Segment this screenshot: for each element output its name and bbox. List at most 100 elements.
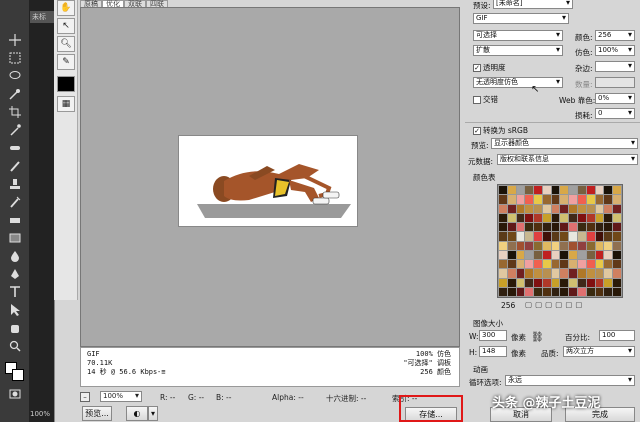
- color-swatch[interactable]: [516, 232, 525, 241]
- quality-select[interactable]: 两次立方: [563, 346, 635, 357]
- color-swatch[interactable]: [569, 204, 578, 213]
- color-swatch[interactable]: [578, 195, 586, 204]
- color-swatch[interactable]: [578, 232, 586, 241]
- matte-select[interactable]: [595, 61, 635, 72]
- color-swatch[interactable]: [507, 269, 516, 278]
- color-swatch[interactable]: [560, 223, 569, 232]
- interlaced-checkbox[interactable]: 交错: [473, 94, 498, 105]
- color-swatch[interactable]: [586, 241, 595, 250]
- color-swatch[interactable]: [569, 260, 578, 269]
- color-swatch[interactable]: [542, 250, 551, 259]
- browser-icon[interactable]: ◐: [126, 406, 148, 421]
- quick-mask-icon[interactable]: [6, 386, 23, 403]
- color-swatch[interactable]: [595, 260, 604, 269]
- color-swatch[interactable]: [586, 287, 595, 296]
- color-swatch[interactable]: [569, 250, 578, 259]
- type-icon[interactable]: [6, 284, 23, 301]
- color-swatch[interactable]: [604, 250, 613, 259]
- color-swatch[interactable]: [534, 260, 542, 269]
- color-swatch[interactable]: [516, 204, 525, 213]
- background-color[interactable]: [12, 369, 24, 381]
- color-swatch[interactable]: [613, 287, 621, 296]
- color-swatch[interactable]: [525, 195, 534, 204]
- color-swatch[interactable]: [525, 287, 534, 296]
- color-swatch[interactable]: [516, 223, 525, 232]
- color-swatch[interactable]: [507, 287, 516, 296]
- color-swatch[interactable]: [542, 195, 551, 204]
- color-swatch[interactable]: [613, 278, 621, 287]
- zoom-icon[interactable]: [6, 338, 23, 355]
- color-swatch[interactable]: [604, 278, 613, 287]
- color-swatch[interactable]: [507, 241, 516, 250]
- color-swatch[interactable]: [595, 232, 604, 241]
- color-swatch[interactable]: [507, 278, 516, 287]
- color-swatch[interactable]: [525, 204, 534, 213]
- color-swatch[interactable]: [586, 269, 595, 278]
- color-swatch[interactable]: [569, 241, 578, 250]
- crop-icon[interactable]: [6, 104, 23, 121]
- color-swatch[interactable]: [560, 232, 569, 241]
- toggle-slices-icon[interactable]: ▦: [57, 96, 75, 112]
- color-swatch[interactable]: [551, 260, 560, 269]
- eyedropper-icon[interactable]: [6, 122, 23, 139]
- color-swatch[interactable]: [551, 278, 560, 287]
- color-swatch[interactable]: [604, 232, 613, 241]
- preset-select[interactable]: [未命名]: [493, 0, 573, 9]
- color-swatch[interactable]: [569, 213, 578, 222]
- color-swatch[interactable]: [613, 241, 621, 250]
- color-swatch[interactable]: [499, 287, 507, 296]
- color-swatch[interactable]: [525, 223, 534, 232]
- color-swatch[interactable]: [542, 278, 551, 287]
- color-swatch[interactable]: [595, 213, 604, 222]
- color-swatch[interactable]: [534, 250, 542, 259]
- color-swatch[interactable]: [578, 186, 586, 195]
- color-swatch[interactable]: [499, 186, 507, 195]
- color-swatch[interactable]: [560, 186, 569, 195]
- history-brush-icon[interactable]: [6, 194, 23, 211]
- color-swatch[interactable]: [551, 186, 560, 195]
- metadata-select[interactable]: 版权和联系信息: [497, 154, 638, 165]
- convert-srgb-checkbox[interactable]: ✓ 转换为 sRGB: [473, 125, 528, 136]
- color-swatch[interactable]: [604, 195, 613, 204]
- dither-input[interactable]: 100%: [595, 45, 635, 56]
- color-swatch[interactable]: [569, 269, 578, 278]
- color-swatch[interactable]: [604, 260, 613, 269]
- color-swatch[interactable]: [604, 241, 613, 250]
- zoom-icon[interactable]: 🔍︎: [57, 36, 75, 52]
- transparency-checkbox[interactable]: ✓ 透明度: [473, 62, 506, 73]
- color-swatch[interactable]: [595, 278, 604, 287]
- color-swatch[interactable]: [499, 241, 507, 250]
- color-swatch[interactable]: [613, 186, 621, 195]
- dither-algo-select[interactable]: 扩散: [473, 45, 563, 56]
- color-swatch[interactable]: [560, 278, 569, 287]
- height-input[interactable]: 148: [479, 346, 507, 357]
- color-swatch[interactable]: [578, 204, 586, 213]
- color-swatch[interactable]: [578, 278, 586, 287]
- color-swatch[interactable]: [516, 195, 525, 204]
- color-swatch[interactable]: [507, 195, 516, 204]
- color-swatch[interactable]: [560, 213, 569, 222]
- color-swatch[interactable]: [578, 213, 586, 222]
- color-swatch[interactable]: [499, 223, 507, 232]
- color-swatch[interactable]: [560, 250, 569, 259]
- color-swatch[interactable]: [551, 204, 560, 213]
- blur-icon[interactable]: [6, 248, 23, 265]
- color-swatch[interactable]: [551, 241, 560, 250]
- zoom-minus-icon[interactable]: –: [80, 392, 90, 402]
- color-swatch[interactable]: [586, 186, 595, 195]
- color-swatch[interactable]: [507, 250, 516, 259]
- color-swatch[interactable]: [586, 278, 595, 287]
- color-swatch[interactable]: [551, 223, 560, 232]
- pen-icon[interactable]: [6, 266, 23, 283]
- color-swatch[interactable]: [534, 204, 542, 213]
- color-swatch[interactable]: [534, 241, 542, 250]
- color-swatch[interactable]: [551, 195, 560, 204]
- color-swatch[interactable]: [569, 232, 578, 241]
- color-swatch[interactable]: [499, 232, 507, 241]
- color-swatch[interactable]: [499, 269, 507, 278]
- color-swatch[interactable]: [586, 260, 595, 269]
- color-swatch[interactable]: [569, 195, 578, 204]
- color-swatch[interactable]: [507, 204, 516, 213]
- color-swatch[interactable]: [551, 232, 560, 241]
- color-swatch[interactable]: [578, 241, 586, 250]
